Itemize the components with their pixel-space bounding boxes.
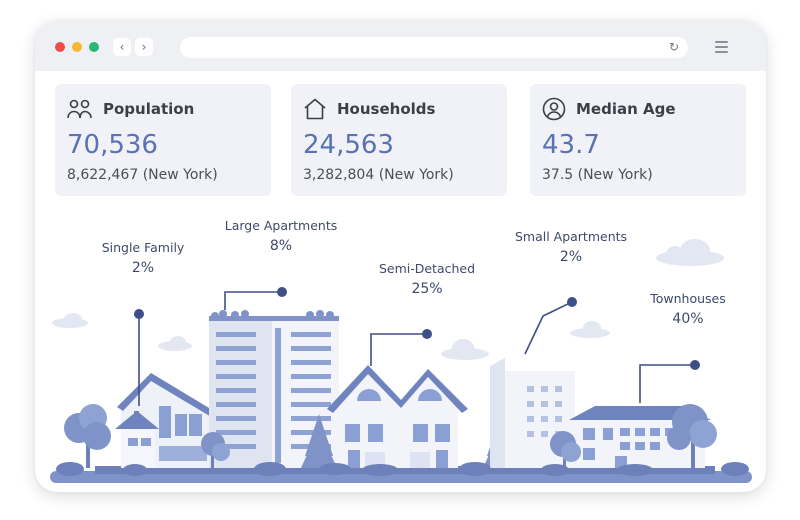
population-card: Population 70,536 8,622,467 (New York) — [55, 84, 271, 196]
townhouses-label: Townhouses 40% — [650, 291, 726, 327]
single-family-label: Single Family 2% — [101, 240, 185, 276]
address-bar[interactable]: ↻ — [180, 37, 688, 58]
browser-toolbar: ‹ › ↻ — [35, 21, 766, 71]
population-title: Population — [103, 100, 195, 118]
people-icon — [67, 99, 92, 119]
browser-window: ‹ › ↻ Population 70,536 8,622,467 (New Y… — [35, 21, 766, 492]
population-comparison: 8,622,467 (New York) — [67, 167, 218, 183]
maximize-window-button[interactable] — [89, 42, 99, 52]
semi-detached-percent: 25% — [411, 281, 443, 297]
back-button[interactable]: ‹ — [113, 38, 131, 56]
close-window-button[interactable] — [55, 42, 65, 52]
households-title: Households — [337, 100, 436, 118]
households-value: 24,563 — [303, 130, 394, 160]
menu-icon[interactable] — [715, 41, 728, 56]
small-apartments-label: Small Apartments 2% — [514, 229, 628, 265]
median-age-comparison: 37.5 (New York) — [542, 167, 653, 183]
reload-icon[interactable]: ↻ — [669, 38, 679, 57]
households-card: Households 24,563 3,282,804 (New York) — [291, 84, 507, 196]
user-circle-icon — [542, 97, 566, 121]
large-apartments-label: Large Apartments 8% — [224, 218, 338, 254]
median-age-value: 43.7 — [542, 130, 600, 160]
semi-detached-label: Semi-Detached 25% — [378, 261, 476, 297]
townhouses-percent: 40% — [672, 311, 704, 327]
households-comparison: 3,282,804 (New York) — [303, 167, 454, 183]
single-family-percent: 2% — [131, 260, 155, 276]
forward-button[interactable]: › — [135, 38, 153, 56]
population-value: 70,536 — [67, 130, 158, 160]
large-apartments-percent: 8% — [269, 238, 293, 254]
minimize-window-button[interactable] — [72, 42, 82, 52]
median-age-title: Median Age — [576, 100, 676, 118]
house-icon — [304, 98, 326, 120]
small-apartments-percent: 2% — [559, 249, 583, 265]
median-age-card: Median Age 43.7 37.5 (New York) — [530, 84, 746, 196]
